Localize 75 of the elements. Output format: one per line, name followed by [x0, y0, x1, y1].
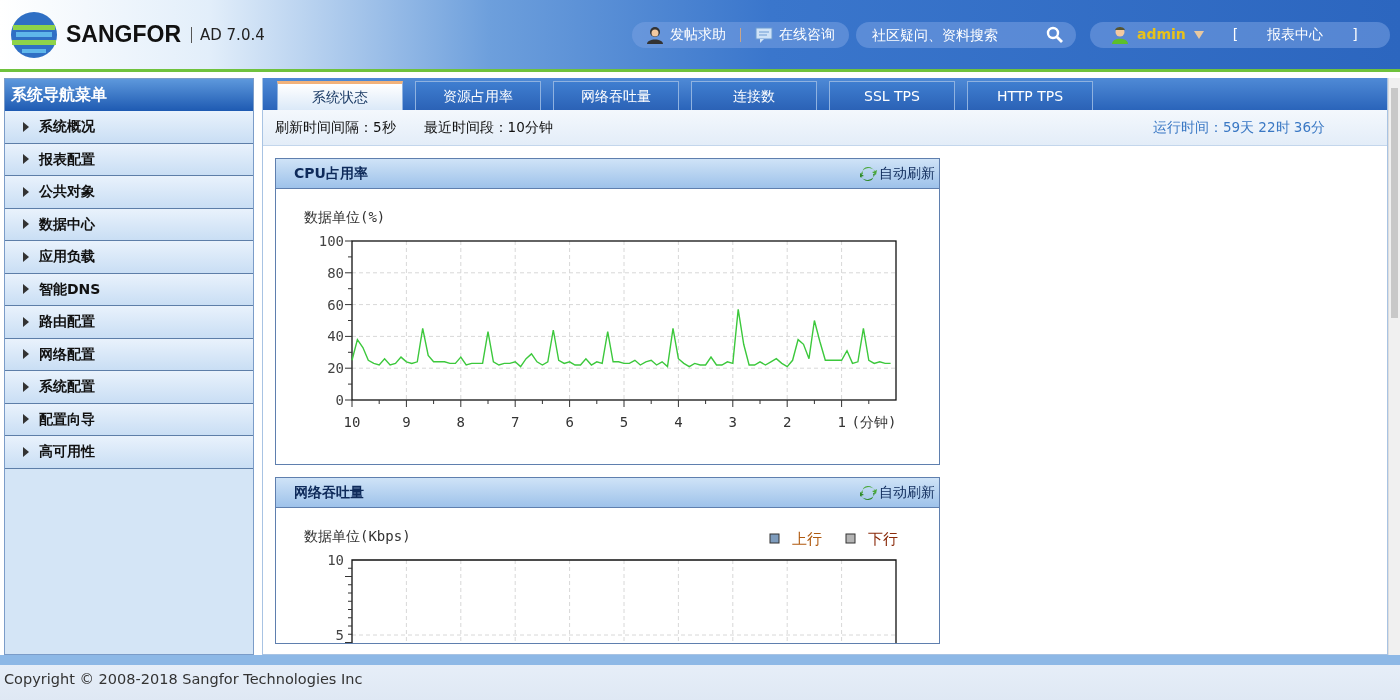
y-tick-label: 20: [327, 360, 344, 377]
sidebar-title: 系统导航菜单: [5, 79, 253, 111]
version-label: AD 7.0.4: [191, 26, 265, 43]
chat-icon: [755, 25, 773, 44]
legend-label: 下行: [868, 530, 898, 548]
refresh-icon: [860, 165, 877, 182]
scrollbar[interactable]: [1388, 78, 1400, 655]
x-axis-label: (分钟): [851, 414, 897, 430]
x-tick-label: 8: [456, 414, 465, 430]
panel-title: 网络吞吐量: [294, 483, 364, 502]
y-tick-label: 0: [335, 392, 344, 408]
x-tick-label: 9: [402, 414, 411, 430]
caret-right-icon: [23, 381, 29, 392]
y-tick-label: 5: [335, 627, 344, 643]
caret-right-icon: [23, 446, 29, 457]
sidebar-item[interactable]: 高可用性: [5, 436, 253, 469]
caret-right-icon: [23, 121, 29, 132]
time-range-text: 最近时间段：10分钟: [423, 118, 553, 138]
y-tick-label: 80: [327, 264, 344, 281]
search-icon: [1046, 25, 1064, 44]
caret-right-icon: [23, 349, 29, 360]
legend-label: 上行: [792, 530, 822, 548]
auto-refresh-link[interactable]: 自动刷新: [860, 163, 935, 184]
sidebar-item[interactable]: 智能DNS: [5, 273, 253, 306]
sidebar-item[interactable]: 系统配置: [5, 371, 253, 404]
sidebar-item[interactable]: 公共对象: [5, 176, 253, 209]
copyright-text: Copyright © 2008-2018 Sangfor Technologies Inc: [0, 655, 1400, 700]
tab[interactable]: SSL TPS: [829, 81, 955, 110]
refresh-icon: [860, 484, 877, 501]
logo-globe-icon: [10, 10, 58, 59]
bracket: [: [1232, 25, 1239, 44]
tab[interactable]: 资源占用率: [415, 81, 541, 110]
x-tick-label: 10: [343, 414, 361, 430]
caret-right-icon: [23, 414, 29, 425]
sidebar-item[interactable]: 系统概况: [5, 111, 253, 144]
sidebar-item[interactable]: 应用负载: [5, 241, 253, 274]
person-icon: [646, 25, 664, 44]
tab[interactable]: 连接数: [691, 81, 817, 110]
x-tick-label: 5: [619, 414, 629, 430]
caret-right-icon: [23, 219, 29, 230]
x-tick-label: 6: [565, 414, 574, 430]
report-center-link[interactable]: 报表中心: [1267, 24, 1324, 45]
brand-name: SANGFOR: [66, 20, 181, 50]
axis-unit-label: 数据单位(%): [304, 209, 386, 225]
search-field[interactable]: 社区疑问、资料搜索: [856, 21, 1076, 48]
bracket: ]: [1352, 25, 1358, 44]
x-tick-label: 7: [511, 414, 520, 430]
sidebar-item[interactable]: 路由配置: [5, 306, 253, 339]
y-tick-label: 60: [327, 296, 344, 313]
sidebar-item[interactable]: 配置向导: [5, 403, 253, 436]
sidebar-item[interactable]: 报表配置: [5, 143, 253, 176]
tab[interactable]: 系统状态: [277, 81, 403, 110]
tab[interactable]: 网络吞吐量: [553, 81, 679, 110]
y-tick-label: 40: [327, 328, 344, 345]
sidebar-item[interactable]: 数据中心: [5, 208, 253, 241]
caret-right-icon: [23, 251, 29, 262]
x-tick-label: 3: [728, 414, 737, 430]
caret-down-icon: [1193, 30, 1204, 39]
sidebar-item[interactable]: 网络配置: [5, 338, 253, 371]
auto-refresh-link[interactable]: 自动刷新: [860, 482, 935, 503]
caret-right-icon: [23, 284, 29, 295]
x-tick-label: 1: [837, 414, 846, 430]
user-icon: [1111, 25, 1129, 44]
refresh-interval-text: 刷新时间间隔：5秒: [275, 118, 396, 138]
caret-right-icon: [23, 316, 29, 327]
axis-unit-label: 数据单位(Kbps): [304, 528, 411, 544]
x-tick-label: 4: [674, 414, 683, 430]
caret-right-icon: [23, 186, 29, 197]
y-tick-label: 100: [318, 233, 344, 249]
tab[interactable]: HTTP TPS: [967, 81, 1093, 110]
uptime-text: 运行时间：59天 22时 36分: [1152, 118, 1325, 138]
x-tick-label: 2: [783, 414, 792, 430]
y-tick-label: 10: [327, 552, 344, 568]
panel-title: CPU占用率: [294, 164, 368, 183]
caret-right-icon: [23, 154, 29, 165]
